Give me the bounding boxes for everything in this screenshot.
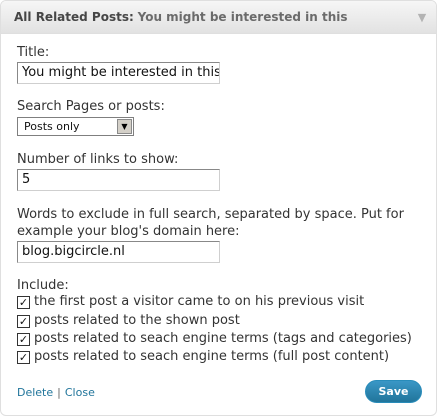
exclude-label-line2: example your blog's domain here:	[17, 224, 240, 239]
widget-title: All Related Posts: You might be interest…	[14, 10, 348, 24]
search-select[interactable]: Posts only ▼	[17, 117, 134, 136]
check-icon: ✓	[18, 333, 29, 346]
search-select-value: Posts only	[24, 120, 80, 133]
link-separator: |	[57, 386, 61, 399]
delete-link[interactable]: Delete	[17, 386, 53, 399]
check-icon: ✓	[18, 296, 29, 309]
check-icon: ✓	[18, 351, 29, 364]
footer-links: Delete | Close	[17, 386, 95, 399]
checkbox[interactable]: ✓	[17, 315, 30, 328]
include-option-label: the first post a visitor came to on his …	[34, 294, 365, 309]
widget-title-sub: You might be interested in this	[137, 10, 348, 24]
links-count-input[interactable]: 5	[17, 169, 220, 191]
save-button[interactable]: Save	[365, 380, 422, 403]
include-label: Include:	[17, 278, 69, 293]
widget-titlebar[interactable]: All Related Posts: You might be interest…	[1, 1, 436, 34]
close-link[interactable]: Close	[65, 386, 95, 399]
widget-title-main: All Related Posts:	[14, 10, 134, 24]
checkbox[interactable]: ✓	[17, 333, 30, 346]
checkbox[interactable]: ✓	[17, 296, 30, 309]
chevron-down-icon[interactable]: ▼	[117, 119, 132, 134]
include-option-label: posts related to seach engine terms (tag…	[34, 331, 412, 346]
search-label: Search Pages or posts:	[17, 99, 165, 114]
widget-panel: All Related Posts: You might be interest…	[0, 0, 437, 416]
title-label: Title:	[17, 45, 50, 60]
triangle-down-icon[interactable]: ▼	[408, 1, 436, 34]
exclude-label-line1: Words to exclude in full search, separat…	[17, 207, 404, 222]
title-input[interactable]: You might be interested in this	[17, 62, 220, 84]
links-label: Number of links to show:	[17, 152, 179, 167]
include-option-label: posts related to the shown post	[34, 313, 240, 328]
checkbox[interactable]: ✓	[17, 351, 30, 364]
include-option-label: posts related to seach engine terms (ful…	[34, 349, 390, 364]
exclude-words-input[interactable]: blog.bigcircle.nl	[17, 241, 220, 263]
check-icon: ✓	[18, 315, 29, 328]
